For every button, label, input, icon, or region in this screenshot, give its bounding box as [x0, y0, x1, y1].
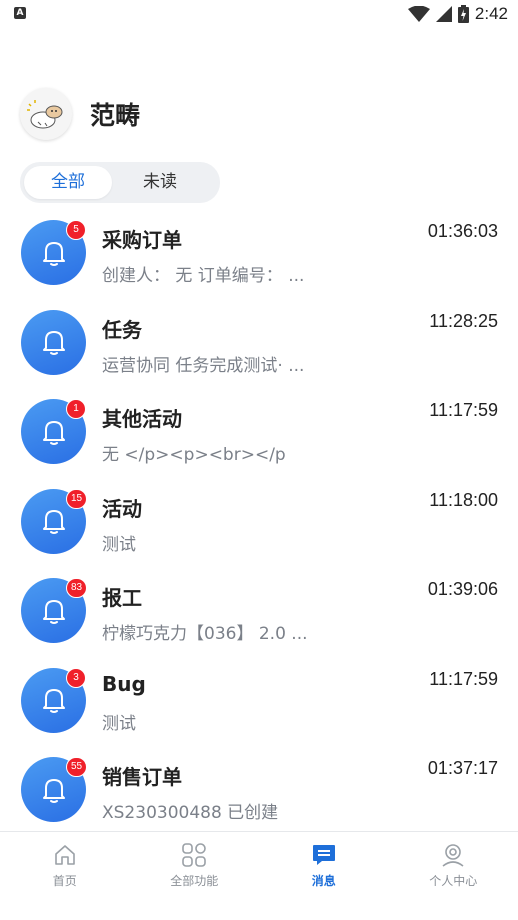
notification-a-icon: A [14, 7, 26, 19]
user-name: 范畴 [90, 101, 141, 130]
message-title: 活动 [102, 496, 142, 521]
nav-home-label: 首页 [52, 874, 77, 888]
message-title: 任务 [102, 317, 142, 342]
message-time: 11:18:00 [429, 489, 498, 510]
message-time: 01:37:17 [427, 758, 498, 778]
message-item[interactable]: 15 活动 测试 11:18:00 [0, 477, 518, 567]
message-preview: 创建人： 无 订单编号： ... [102, 266, 305, 286]
message-preview: 柠檬巧克力【036】 2.0 ... [102, 624, 308, 644]
message-title: Bug [102, 671, 146, 696]
bell-icon [42, 331, 65, 355]
bell-icon [42, 241, 65, 266]
message-title: 销售订单 [102, 765, 182, 789]
nav-messages[interactable]: 消息 [259, 832, 389, 920]
bell-icon [42, 420, 65, 445]
message-preview: 测试 [102, 713, 136, 734]
message-item[interactable]: 55 销售订单 XS230300488 已创建 01:37:17 [0, 745, 518, 835]
nav-profile[interactable]: 个人中心 [389, 832, 518, 920]
nav-profile-label: 个人中心 [429, 874, 478, 888]
message-item[interactable]: 5 采购订单 创建人： 无 订单编号： ... 01:36:03 [0, 208, 518, 298]
wifi-icon [407, 6, 430, 22]
profile-icon [439, 842, 467, 868]
bell-icon [42, 689, 65, 713]
message-time: 11:17:59 [429, 668, 498, 689]
cartoon-avatar-icon [27, 100, 63, 129]
message-preview: 无 </p><p><br></p [102, 445, 286, 465]
status-bar: A 2:42 [0, 0, 518, 28]
message-filter-tabs: 全部 未读 [20, 162, 220, 203]
status-time: 2:42 [474, 4, 508, 23]
message-preview: 测试 [102, 534, 136, 555]
message-item[interactable]: 1 其他活动 无 </p><p><br></p 11:17:59 [0, 387, 518, 477]
message-time: 11:28:25 [429, 310, 498, 331]
nav-all-functions-label: 全部功能 [170, 874, 219, 888]
tab-unread[interactable]: 未读 [116, 166, 204, 199]
grid-icon [180, 842, 208, 868]
message-preview: XS230300488 已创建 [102, 803, 279, 823]
message-item[interactable]: 3 Bug 测试 11:17:59 [0, 656, 518, 746]
message-title: 采购订单 [102, 228, 182, 252]
message-preview: 运营协同 任务完成测试· ... [102, 355, 305, 376]
message-list: 5 采购订单 创建人： 无 订单编号： ... 01:36:03 任务 运营协同… [0, 208, 518, 835]
avatar[interactable] [20, 88, 72, 140]
unread-count-badge: 83 [66, 578, 88, 598]
status-indicators: 2:42 [407, 4, 508, 24]
message-time: 01:36:03 [427, 221, 498, 241]
message-type-icon [21, 309, 86, 375]
bell-icon [42, 778, 65, 803]
nav-home[interactable]: 首页 [0, 832, 130, 920]
cellular-signal-icon [435, 6, 452, 22]
message-item[interactable]: 任务 运营协同 任务完成测试· ... 11:28:25 [0, 298, 518, 388]
message-time: 01:39:06 [427, 579, 498, 599]
unread-count-badge: 5 [66, 220, 86, 240]
message-title: 报工 [102, 586, 142, 610]
bottom-nav: 首页 全部功能 消息 个人中心 [0, 831, 518, 920]
page-header: 范畴 [20, 88, 140, 140]
message-item[interactable]: 83 报工 柠檬巧克力【036】 2.0 ... 01:39:06 [0, 566, 518, 656]
bell-icon [42, 510, 65, 534]
nav-messages-label: 消息 [311, 874, 336, 888]
unread-count-badge: 3 [66, 667, 86, 688]
unread-count-badge: 55 [66, 757, 88, 777]
tab-all[interactable]: 全部 [24, 166, 112, 199]
nav-all-functions[interactable]: 全部功能 [130, 832, 260, 920]
message-title: 其他活动 [102, 407, 182, 431]
unread-count-badge: 15 [66, 488, 88, 509]
unread-count-badge: 1 [66, 399, 86, 419]
message-icon [310, 842, 338, 868]
home-icon [51, 842, 79, 868]
battery-charging-icon [457, 5, 469, 23]
bell-icon [42, 599, 65, 624]
message-time: 11:17:59 [429, 400, 498, 420]
